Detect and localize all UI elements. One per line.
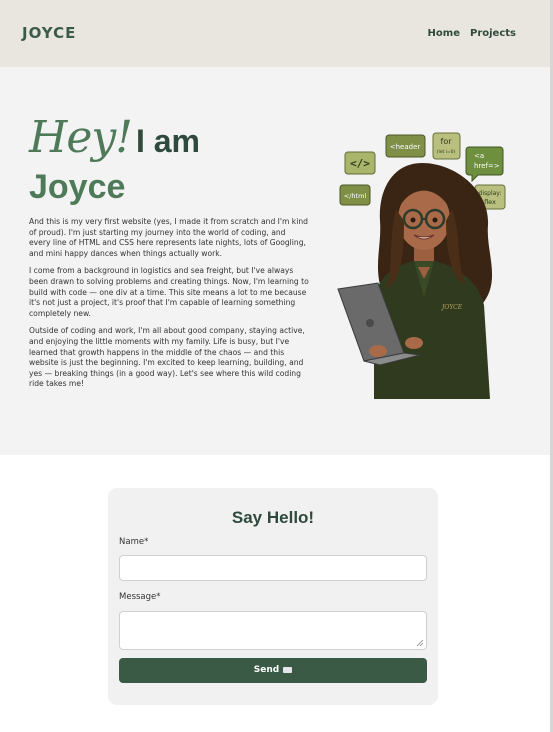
for-loop-bubble: for (let i=0): [432, 132, 461, 160]
svg-text:(let i=0): (let i=0): [437, 149, 456, 155]
form-title: Say Hello!: [231, 508, 315, 527]
html-tag-bubble: </html: [339, 184, 371, 206]
svg-text:display:: display:: [479, 190, 502, 197]
intro-paragraph: I come from a background in logistics an…: [29, 266, 309, 318]
intro-text: And this is my very first website (yes, …: [29, 217, 309, 397]
joyce-avatar-illustration: </> <header for (let i=0) <a href=> </ht…: [337, 132, 506, 399]
contact-form-card: Say Hello! Name* Message* Send: [108, 488, 438, 705]
svg-text:</>: </>: [350, 157, 370, 170]
main-nav: Home Projects: [428, 28, 516, 39]
hey-script-text: Hey!: [29, 112, 133, 163]
svg-text:</html: </html: [344, 192, 367, 200]
svg-text:<a: <a: [474, 152, 484, 160]
anchor-tag-bubble: <a href=>: [465, 146, 504, 183]
header-tag-bubble: <header: [385, 134, 426, 158]
envelope-icon: [283, 666, 293, 673]
resize-handle-icon[interactable]: [417, 640, 423, 646]
nav-projects-link[interactable]: Projects: [470, 28, 516, 39]
send-label: Send: [253, 665, 280, 675]
name-input[interactable]: [119, 555, 427, 581]
svg-text:href=>: href=>: [474, 162, 500, 170]
intro-paragraph: And this is my very first website (yes, …: [29, 217, 308, 258]
nav-home-link[interactable]: Home: [428, 28, 460, 39]
intro-paragraph: Outside of coding and work, I'm all abou…: [29, 326, 305, 389]
code-bubble-icon: </>: [344, 151, 376, 175]
hero-headline: Hey! I am: [29, 112, 200, 163]
hero-section: Hey! I am Joyce And this is my very first…: [0, 67, 550, 455]
hero-name: Joyce: [29, 168, 126, 206]
i-am-text: I am: [135, 123, 200, 159]
message-textarea[interactable]: [119, 611, 427, 650]
svg-text:<header: <header: [390, 143, 421, 151]
svg-text:JOYCE: JOYCE: [440, 304, 463, 311]
svg-text:flex: flex: [484, 198, 496, 206]
message-label: Message*: [119, 592, 161, 602]
site-header: JOYCE Home Projects: [0, 0, 550, 67]
svg-text:for: for: [441, 137, 453, 146]
name-label: Name*: [119, 537, 149, 547]
send-button[interactable]: Send: [119, 658, 427, 683]
site-logo[interactable]: JOYCE: [22, 24, 76, 42]
